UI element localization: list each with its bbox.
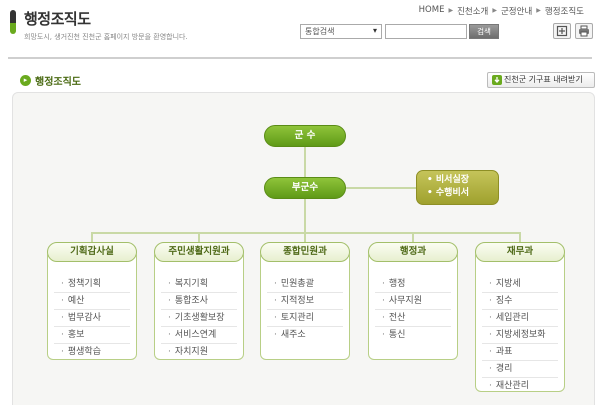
dept-item-list: 정책기획 예산 법무감사 홍보 평생학습: [54, 276, 130, 361]
search-scope-select[interactable]: 통합검색 ▾: [300, 24, 382, 39]
dept-card: 정책기획 예산 법무감사 홍보 평생학습: [47, 250, 137, 360]
dept-item[interactable]: 사무지원: [375, 293, 451, 310]
search-button[interactable]: 검색: [469, 24, 499, 39]
page: 행정조직도 희망도시, 생거진천 진천군 홈페이지 방문을 환영합니다. HOM…: [0, 0, 600, 405]
dept-item-list: 행정 사무지원 전산 통신: [375, 276, 451, 344]
breadcrumb-current: 행정조직도: [544, 7, 584, 17]
dept-item[interactable]: 재산관리: [482, 378, 558, 395]
breadcrumb-home[interactable]: HOME: [415, 5, 449, 17]
dept-planning-audit: 정책기획 예산 법무감사 홍보 평생학습 기획감사실: [47, 242, 137, 360]
dept-item[interactable]: 전산: [375, 310, 451, 327]
org-mayor[interactable]: 군 수: [264, 125, 346, 147]
dept-item[interactable]: 지적정보: [267, 293, 343, 310]
section-title: 행정조직도: [35, 77, 81, 88]
breadcrumb-admin-guide[interactable]: 군정안내: [497, 5, 536, 17]
dept-item[interactable]: 민원총괄: [267, 276, 343, 293]
dept-resident-support: 복지기획 통합조사 기초생활보장 서비스연계 자치지원 주민생활지원과: [154, 242, 244, 360]
dept-card: 행정 사무지원 전산 통신: [368, 250, 458, 360]
dept-item[interactable]: 서비스연계: [161, 327, 237, 344]
download-icon: [492, 75, 502, 85]
dept-item[interactable]: 지방세정보화: [482, 327, 558, 344]
chevron-right-icon: ▸: [20, 75, 31, 86]
org-secretary-chief: • 비서실장: [427, 175, 470, 185]
print-icon: [579, 25, 589, 37]
dept-item[interactable]: 토지관리: [267, 310, 343, 327]
view-mode-button[interactable]: [553, 23, 571, 39]
print-button[interactable]: [575, 23, 593, 39]
download-org-chart-button[interactable]: 진천군 기구표 내려받기: [487, 72, 595, 88]
dept-item[interactable]: 법무감사: [54, 310, 130, 327]
dept-item[interactable]: 복지기획: [161, 276, 237, 293]
dept-item-list: 지방세 징수 세입관리 지방세정보화 과표 경리 재산관리: [482, 276, 558, 395]
connector-line: [346, 187, 416, 189]
org-deputy-mayor[interactable]: 부군수: [264, 177, 346, 199]
header-divider: [8, 57, 592, 59]
dept-finance: 지방세 징수 세입관리 지방세정보화 과표 경리 재산관리 재무과: [475, 242, 565, 392]
dept-title[interactable]: 기획감사실: [47, 242, 137, 262]
dept-item[interactable]: 경리: [482, 361, 558, 378]
page-subtitle: 희망도시, 생거진천 진천군 홈페이지 방문을 환영합니다.: [24, 33, 188, 41]
dept-civil-service: 민원총괄 지적정보 토지관리 새주소 종합민원과: [260, 242, 350, 360]
view-mode-icon: [556, 25, 568, 37]
dept-item[interactable]: 통합조사: [161, 293, 237, 310]
dept-title[interactable]: 주민생활지원과: [154, 242, 244, 262]
org-secretary-aide: • 수행비서: [427, 188, 470, 198]
dept-card: 민원총괄 지적정보 토지관리 새주소: [260, 250, 350, 360]
search-input[interactable]: [385, 24, 467, 39]
dept-item[interactable]: 평생학습: [54, 344, 130, 361]
dept-item[interactable]: 기초생활보장: [161, 310, 237, 327]
dept-title[interactable]: 재무과: [475, 242, 565, 262]
dept-card: 지방세 징수 세입관리 지방세정보화 과표 경리 재산관리: [475, 250, 565, 392]
dept-item[interactable]: 자치지원: [161, 344, 237, 361]
dept-item[interactable]: 과표: [482, 344, 558, 361]
dept-item-list: 복지기획 통합조사 기초생활보장 서비스연계 자치지원: [161, 276, 237, 361]
dept-item[interactable]: 세입관리: [482, 310, 558, 327]
dept-administration: 행정 사무지원 전산 통신 행정과: [368, 242, 458, 360]
chevron-down-icon: ▾: [372, 26, 377, 35]
dept-item[interactable]: 징수: [482, 293, 558, 310]
search-scope-value: 통합검색: [305, 27, 335, 36]
title-accent-bar: [10, 10, 16, 34]
dept-item[interactable]: 행정: [375, 276, 451, 293]
page-title: 행정조직도: [24, 10, 91, 28]
dept-item[interactable]: 예산: [54, 293, 130, 310]
dept-item[interactable]: 통신: [375, 327, 451, 344]
dept-item[interactable]: 정책기획: [54, 276, 130, 293]
dept-title[interactable]: 행정과: [368, 242, 458, 262]
dept-card: 복지기획 통합조사 기초생활보장 서비스연계 자치지원: [154, 250, 244, 360]
dept-item[interactable]: 지방세: [482, 276, 558, 293]
connector-line: [91, 232, 521, 234]
breadcrumb-about[interactable]: 진천소개: [453, 5, 492, 17]
org-secretary-box[interactable]: • 비서실장 • 수행비서: [416, 170, 499, 205]
dept-item[interactable]: 새주소: [267, 327, 343, 344]
dept-title[interactable]: 종합민원과: [260, 242, 350, 262]
download-label: 진천군 기구표 내려받기: [504, 75, 583, 84]
breadcrumb: HOME ▶ 진천소개 ▶ 군정안내 ▶ 행정조직도: [415, 5, 588, 17]
dept-item-list: 민원총괄 지적정보 토지관리 새주소: [267, 276, 343, 344]
dept-item[interactable]: 홍보: [54, 327, 130, 344]
